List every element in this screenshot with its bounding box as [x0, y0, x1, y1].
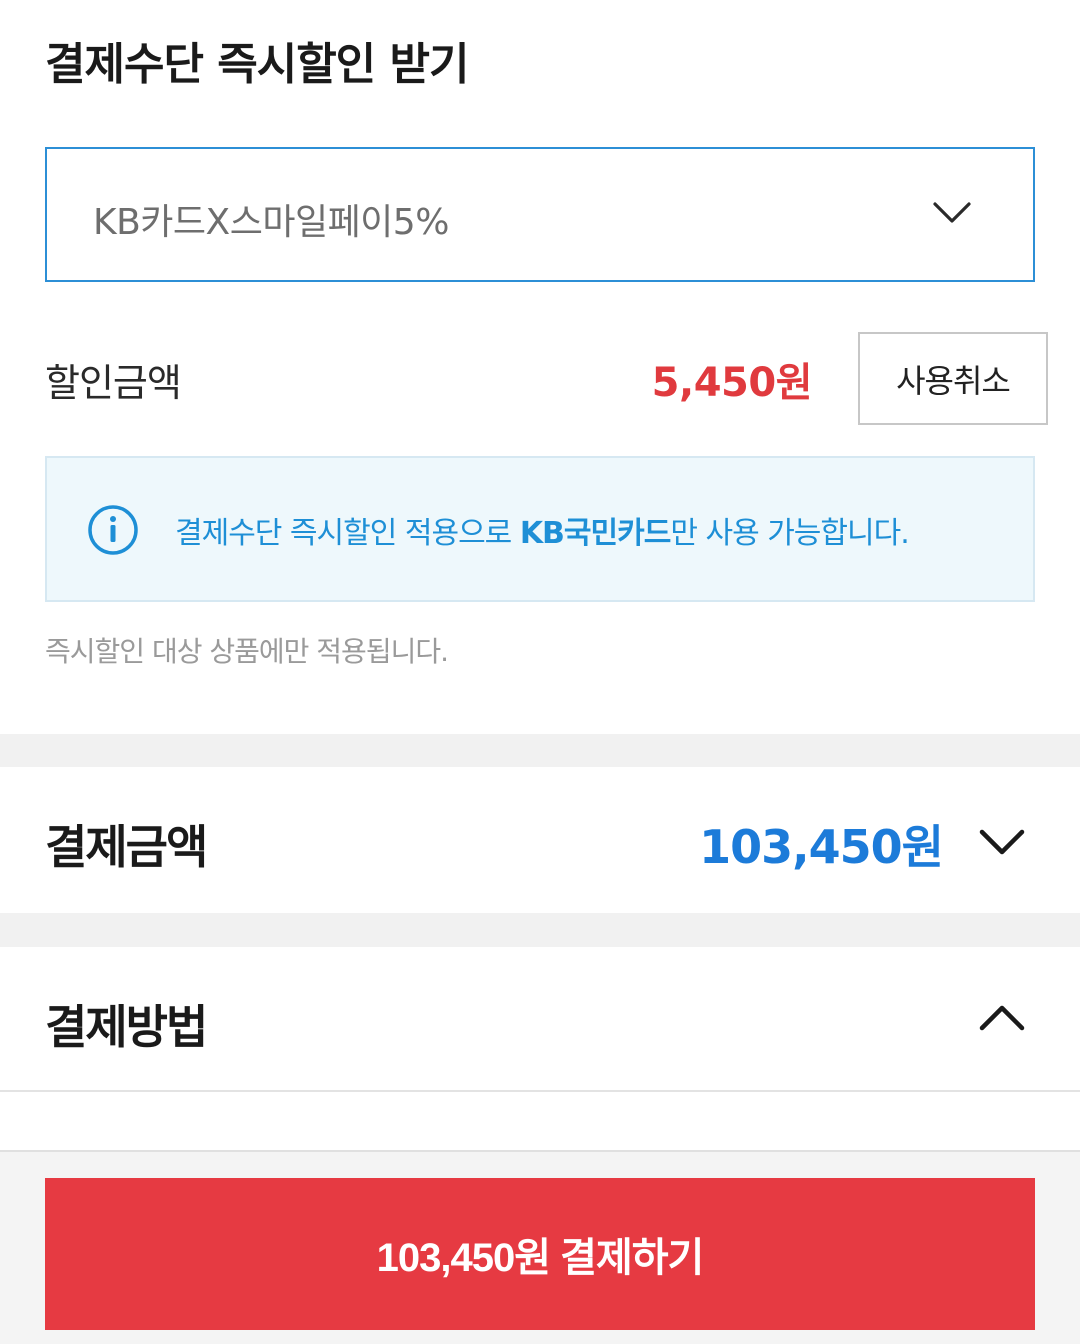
payment-method-label: 결제방법: [45, 1000, 208, 1054]
discount-card-select-value: KB카드X스마일페이5%: [93, 202, 449, 243]
discount-amount-value: 5,450원: [651, 360, 813, 406]
payment-method-section[interactable]: 결제방법: [0, 947, 1080, 1092]
discount-info-box: 결제수단 즉시할인 적용으로 KB국민카드만 사용 가능합니다.: [45, 456, 1035, 602]
discount-note: 즉시할인 대상 상품에만 적용됩니다.: [45, 635, 449, 668]
pay-button[interactable]: 103,450원 결제하기: [45, 1178, 1035, 1330]
discount-amount-label: 할인금액: [45, 361, 182, 405]
discount-info-text-pre: 결제수단 즉시할인 적용으로: [175, 516, 520, 551]
payment-total-section[interactable]: 결제금액 103,450원: [0, 767, 1080, 913]
discount-info-text-post: 만 사용 가능합니다.: [670, 516, 909, 551]
discount-info-text: 결제수단 즉시할인 적용으로 KB국민카드만 사용 가능합니다.: [175, 508, 910, 552]
chevron-up-icon[interactable]: [978, 1003, 1026, 1033]
bottom-pay-bar: 103,450원 결제하기: [0, 1150, 1080, 1344]
chevron-down-icon: [933, 202, 971, 223]
instant-discount-title: 결제수단 즉시할인 받기: [45, 39, 469, 90]
payment-total-label: 결제금액: [45, 820, 208, 874]
payment-total-amount: 103,450원: [699, 820, 944, 874]
section-divider: [0, 913, 1080, 947]
cancel-discount-button[interactable]: 사용취소: [858, 332, 1048, 425]
section-divider: [0, 734, 1080, 767]
discount-card-select[interactable]: KB카드X스마일페이5%: [45, 147, 1035, 282]
info-icon: [88, 505, 138, 555]
checkout-page: 결제수단 즉시할인 받기 KB카드X스마일페이5% 할인금액 5,450원 사용…: [0, 0, 1080, 1344]
discount-info-card-name: KB국민카드: [519, 516, 672, 551]
instant-discount-section: 결제수단 즉시할인 받기 KB카드X스마일페이5% 할인금액 5,450원 사용…: [0, 0, 1080, 734]
chevron-down-icon[interactable]: [978, 827, 1026, 857]
